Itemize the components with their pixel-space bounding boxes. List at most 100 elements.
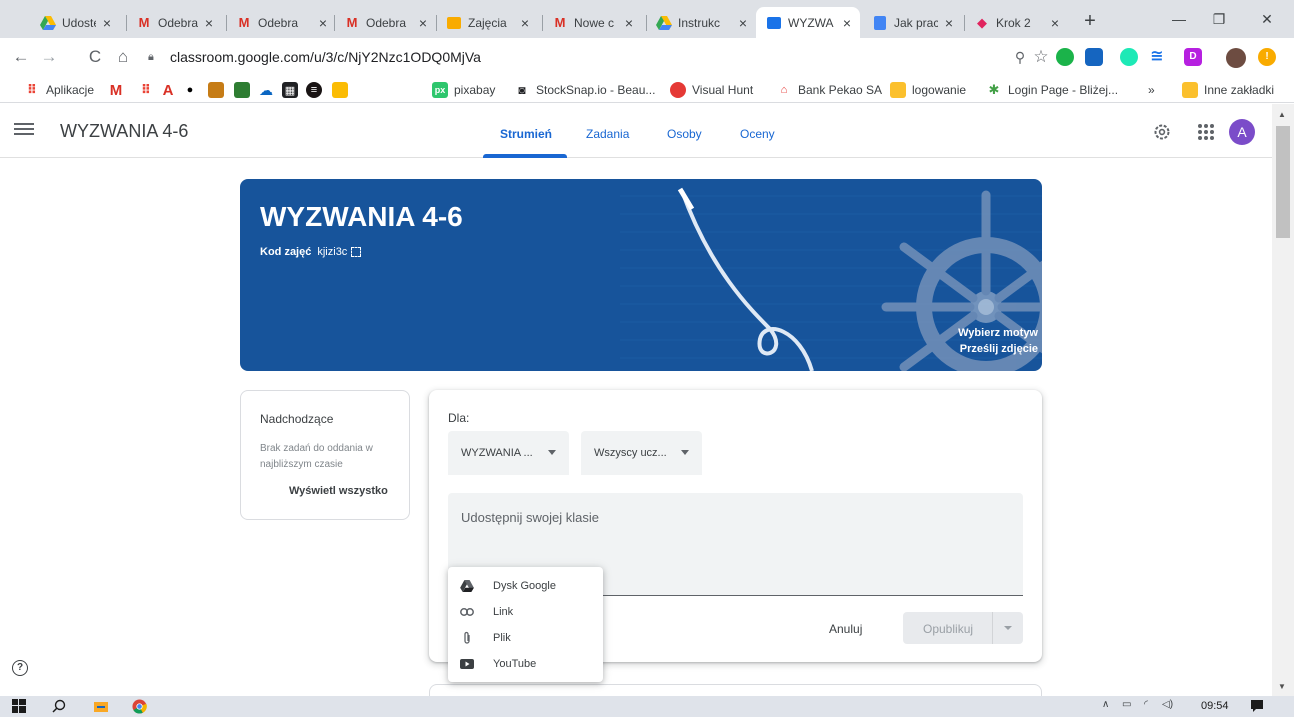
menu-icon[interactable] — [14, 120, 34, 140]
close-icon[interactable]: × — [840, 15, 854, 31]
avatar[interactable]: A — [1229, 119, 1255, 145]
chevron-down-icon[interactable] — [1004, 626, 1012, 630]
browser-tab-bar: Udostę × M Odebra × M Odebra × M Odebra … — [0, 0, 1294, 38]
bookmark-image[interactable] — [208, 81, 230, 99]
students-select[interactable]: Wszyscy ucz... — [581, 431, 702, 475]
bookmark-apple[interactable]: ● — [182, 81, 204, 99]
star-icon[interactable]: ☆ — [1030, 46, 1052, 68]
close-icon[interactable]: × — [622, 15, 636, 31]
browser-tab[interactable]: M Odebra × — [226, 7, 336, 38]
bookmark-logowanie[interactable]: logowanie — [890, 81, 966, 99]
close-icon[interactable]: × — [416, 15, 430, 31]
close-icon[interactable]: × — [202, 15, 216, 31]
bookmark-pixabay[interactable]: px pixabay — [432, 81, 495, 99]
bookmark-spotify[interactable]: ≡ — [306, 81, 328, 99]
close-icon[interactable]: × — [736, 15, 750, 31]
scroll-up-icon[interactable]: ▲ — [1278, 110, 1286, 119]
home-icon[interactable]: ⌂ — [112, 46, 134, 68]
tab-classwork[interactable]: Zadania — [586, 127, 629, 141]
extension-teal-icon[interactable] — [1120, 48, 1138, 66]
restore-button[interactable]: ❐ — [1204, 8, 1234, 30]
new-tab-button[interactable]: + — [1078, 10, 1102, 34]
bookmarks-more-button[interactable]: » — [1148, 81, 1155, 99]
search-icon[interactable] — [52, 699, 66, 715]
zoom-icon[interactable]: ⚲ — [1009, 46, 1031, 68]
close-icon[interactable]: × — [100, 15, 114, 31]
fullscreen-icon[interactable] — [351, 247, 362, 257]
browser-tab[interactable]: M Odebra × — [126, 7, 222, 38]
volume-icon[interactable]: ◁) — [1162, 699, 1173, 715]
bookmark-visualhunt[interactable]: Visual Hunt — [670, 81, 753, 99]
close-icon[interactable]: × — [942, 15, 956, 31]
wifi-icon[interactable]: ◜ — [1144, 699, 1148, 715]
select-theme-link[interactable]: Wybierz motyw — [958, 327, 1038, 339]
bookmark-acrobat[interactable]: A — [160, 81, 182, 99]
square-grid-icon: ▦ — [282, 82, 298, 98]
windows-start-icon[interactable] — [12, 699, 26, 715]
bookmark-pekao[interactable]: ⌂ Bank Pekao SA — [776, 81, 882, 99]
cancel-button[interactable]: Anuluj — [829, 622, 862, 636]
bookmark-gmail[interactable]: M — [108, 81, 130, 99]
visualhunt-icon — [670, 82, 686, 98]
browser-tab[interactable]: Udostę × — [30, 7, 120, 38]
minimize-button[interactable]: — — [1164, 8, 1194, 30]
taskbar-clock[interactable]: 09:54 — [1201, 700, 1229, 712]
page-title[interactable]: WYZWANIA 4-6 — [60, 121, 188, 142]
tab-stream[interactable]: Strumień — [500, 127, 552, 141]
bookmark-green[interactable] — [234, 81, 256, 99]
bookmark-apps[interactable]: ⠿ Aplikacje — [24, 81, 94, 99]
chevron-up-icon[interactable]: ∧ — [1102, 699, 1109, 715]
update-icon[interactable]: ! — [1258, 48, 1276, 66]
address-bar[interactable]: 🔒︎ classroom.google.com/u/3/c/NjY2Nzc1OD… — [148, 45, 1038, 69]
extension-lines-icon[interactable]: ≅ — [1148, 48, 1166, 66]
bookmark-label: pixabay — [454, 83, 496, 97]
bookmark-login-page[interactable]: ✱ Login Page - Bliżej... — [986, 81, 1119, 99]
attach-file[interactable]: Plik — [448, 625, 603, 651]
help-icon[interactable]: ? — [12, 660, 28, 676]
forward-arrow-icon[interactable]: → — [38, 46, 60, 68]
browser-tab[interactable]: M Odebra × — [334, 7, 436, 38]
scroll-down-icon[interactable]: ▼ — [1278, 682, 1286, 691]
browser-tab-active[interactable]: WYZWA × — [756, 7, 860, 38]
close-icon[interactable]: × — [1048, 15, 1062, 31]
bookmark-grid[interactable]: ▦ — [282, 81, 304, 99]
view-all-link[interactable]: Wyświetl wszystko — [289, 485, 388, 497]
bookmark-stocksnap[interactable]: ◙ StockSnap.io - Beau... — [514, 81, 655, 99]
browser-tab[interactable]: Zajęcia × — [436, 7, 538, 38]
extension-blue-icon[interactable] — [1085, 48, 1103, 66]
chrome-icon[interactable] — [132, 699, 148, 715]
tab-people[interactable]: Osoby — [667, 127, 702, 141]
extension-d-icon[interactable]: D — [1184, 48, 1202, 66]
bookmark-dots[interactable]: ⠿ — [138, 81, 160, 99]
announcement-placeholder: Udostępnij swojej klasie — [461, 510, 600, 525]
other-bookmarks[interactable]: Inne zakładki — [1182, 81, 1274, 99]
back-arrow-icon[interactable]: ← — [10, 46, 32, 68]
bookmark-onedrive[interactable]: ☁ — [258, 81, 280, 99]
attach-youtube[interactable]: YouTube — [448, 651, 603, 677]
bookmark-lightbulb[interactable] — [332, 81, 354, 99]
class-select[interactable]: WYZWANIA ... — [448, 431, 569, 475]
file-explorer-icon[interactable] — [94, 699, 108, 715]
profile-avatar-icon[interactable] — [1226, 48, 1246, 68]
extension-green-icon[interactable] — [1056, 48, 1074, 66]
browser-tab[interactable]: Jak prac × — [862, 7, 962, 38]
scroll-thumb[interactable] — [1276, 126, 1290, 238]
browser-tab[interactable]: Instrukc × — [646, 7, 756, 38]
gear-icon[interactable] — [1152, 122, 1172, 142]
chevron-down-icon — [548, 450, 556, 455]
notifications-icon[interactable] — [1250, 699, 1264, 715]
attach-google-drive[interactable]: Dysk Google — [448, 573, 603, 599]
page-scrollbar[interactable]: ▲ ▼ — [1272, 104, 1294, 696]
attach-link[interactable]: Link — [448, 599, 603, 625]
reload-icon[interactable]: C — [84, 46, 106, 68]
tab-grades[interactable]: Oceny — [740, 127, 775, 141]
close-icon[interactable]: × — [518, 15, 532, 31]
close-icon[interactable]: × — [316, 15, 330, 31]
window-close-button[interactable]: ✕ — [1252, 8, 1282, 30]
upload-photo-link[interactable]: Prześlij zdjęcie — [960, 343, 1038, 355]
publish-button[interactable]: Opublikuj — [903, 612, 1023, 644]
browser-tab[interactable]: M Nowe c × — [542, 7, 642, 38]
browser-tab[interactable]: ◆ Krok 2 × — [964, 7, 1068, 38]
battery-icon[interactable]: ▭ — [1122, 699, 1131, 715]
google-apps-icon[interactable] — [1198, 124, 1214, 140]
